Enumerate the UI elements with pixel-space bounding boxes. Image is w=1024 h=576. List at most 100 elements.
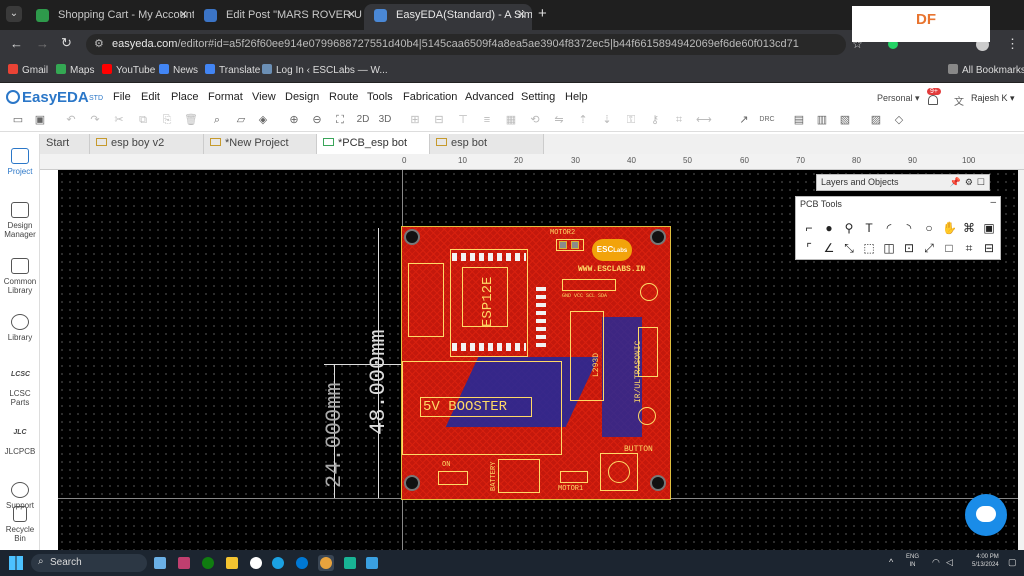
file-explorer-icon[interactable] [226, 557, 238, 569]
menu-edit[interactable]: Edit [141, 91, 160, 103]
doc-tab-start[interactable]: Start [40, 134, 90, 154]
menu-file[interactable]: File [113, 91, 131, 103]
windows-start-icon[interactable] [9, 556, 23, 570]
flip-icon[interactable]: ⇋ [552, 113, 566, 127]
site-info-icon[interactable]: ⚙ [94, 34, 104, 55]
bookmark-gmail[interactable]: Gmail [8, 64, 48, 76]
bell-icon[interactable] [928, 95, 938, 105]
canvas-origin-tool-icon[interactable]: ⊟ [982, 241, 996, 255]
menu-help[interactable]: Help [565, 91, 588, 103]
view-2d-button[interactable]: 2D [355, 113, 371, 127]
doc-tab-pcb-esp-bot[interactable]: *PCB_esp bot [317, 134, 430, 154]
measure-icon[interactable]: ⟷ [696, 113, 712, 127]
new-tab-button[interactable]: + [538, 5, 547, 22]
layers-objects-panel-header[interactable]: Layers and Objects 📌 ⚙ ☐ [816, 174, 990, 191]
url-field[interactable]: ⚙ easyeda.com/editor#id=a5f26f60ee914e07… [86, 34, 846, 55]
align-icon[interactable]: ⊞ [408, 113, 422, 127]
close-icon[interactable]: ✕ [347, 4, 356, 26]
user-menu[interactable]: Rajesh K ▾ [971, 93, 1015, 104]
close-icon[interactable]: ✕ [179, 4, 188, 26]
bookmark-youtube[interactable]: YouTube [102, 64, 155, 76]
rect-tool-icon[interactable]: ⬚ [862, 241, 876, 255]
chat-support-button[interactable] [965, 494, 1007, 536]
doc-tab-new-project[interactable]: *New Project [204, 134, 317, 154]
copy-icon[interactable]: ⧉ [136, 113, 150, 127]
bookmark-translate[interactable]: Translate [205, 64, 260, 76]
distribute-icon[interactable]: ≡ [480, 113, 494, 127]
undo-icon[interactable]: ↶ [64, 113, 78, 127]
layer-down-icon[interactable]: ⇣ [600, 113, 614, 127]
browser-menu-icon[interactable]: ⋮ [1006, 36, 1019, 52]
left-panel-project[interactable]: Project [0, 148, 40, 176]
dimension-tool-icon[interactable]: ⌜ [802, 241, 816, 255]
gerber-icon[interactable]: ▥ [815, 113, 829, 127]
track-tool-icon[interactable]: ⌐ [802, 221, 816, 235]
bookmark-news[interactable]: News [159, 64, 198, 76]
left-panel-library[interactable]: Library [0, 314, 40, 342]
lock-icon[interactable]: ⚿ [624, 113, 638, 127]
via-tool-icon[interactable]: ⚲ [842, 221, 856, 235]
xbox-icon[interactable] [202, 557, 214, 569]
snap-icon[interactable]: ⌗ [672, 113, 686, 127]
unlock-icon[interactable]: ⚷ [648, 113, 662, 127]
fit-view-icon[interactable]: ⛶ [333, 113, 347, 127]
taskbar-search[interactable]: ⌕ Search [31, 554, 147, 572]
pin-icon[interactable]: 📌 [950, 175, 961, 190]
app-icon[interactable] [178, 557, 190, 569]
group-icon[interactable]: ▦ [504, 113, 518, 127]
sensor-header[interactable] [638, 327, 658, 377]
left-panel-design-manager[interactable]: Design Manager [0, 202, 40, 239]
menu-fabrication[interactable]: Fabrication [403, 91, 457, 103]
canvas-icon[interactable]: ▱ [234, 113, 248, 127]
minimize-icon[interactable]: – [990, 197, 996, 208]
notifications-icon[interactable]: ▢ [1008, 557, 1017, 568]
menu-setting[interactable]: Setting [521, 91, 555, 103]
browser-tab-edit-post[interactable]: Edit Post "MARS ROVER USING N ✕ [194, 4, 362, 30]
translate-icon[interactable]: 文 [954, 93, 964, 108]
wifi-icon[interactable]: ◠ [932, 557, 940, 568]
zoom-out-icon[interactable]: ⊖ [310, 113, 324, 127]
doc-tab-esp-boy-v2[interactable]: esp boy v2 [90, 134, 204, 154]
forward-icon[interactable]: → [36, 36, 49, 51]
menu-format[interactable]: Format [208, 91, 243, 103]
eraser-icon[interactable]: ◈ [256, 113, 270, 127]
back-icon[interactable]: ← [10, 36, 23, 51]
copper-area-tool-icon[interactable]: ⌘ [962, 221, 976, 235]
menu-view[interactable]: View [252, 91, 276, 103]
close-icon[interactable]: ✕ [517, 4, 526, 26]
menu-tools[interactable]: Tools [367, 91, 393, 103]
tab-search-button[interactable]: ⌄ [6, 6, 22, 22]
chrome-icon[interactable] [320, 557, 332, 569]
tray-overflow-icon[interactable]: ^ [889, 557, 893, 567]
browser-tab-shopping-cart[interactable]: Shopping Cart - My Account - PC ✕ [26, 4, 194, 30]
arc-tool-icon[interactable]: ◜ [882, 221, 896, 235]
edge-icon[interactable] [296, 557, 308, 569]
i2c-header[interactable] [562, 279, 616, 291]
pad-tool-icon[interactable]: ● [822, 221, 836, 235]
menu-advanced[interactable]: Advanced [465, 91, 514, 103]
task-view-icon[interactable] [154, 557, 166, 569]
layer-up-icon[interactable]: ⇡ [576, 113, 590, 127]
doc-tab-esp-bot[interactable]: esp bot [430, 134, 544, 154]
menu-design[interactable]: Design [285, 91, 319, 103]
volume-icon[interactable]: ◁ [946, 557, 953, 568]
reload-icon[interactable]: ↻ [61, 35, 72, 51]
document-icon[interactable]: ▤ [792, 113, 806, 127]
app-icon[interactable] [344, 557, 356, 569]
cut-icon[interactable]: ✂ [112, 113, 126, 127]
measure-tool-icon[interactable]: ⤢ [922, 241, 936, 255]
redo-icon[interactable]: ↷ [88, 113, 102, 127]
connect-pad-tool-icon[interactable]: ⤡ [842, 241, 856, 255]
power-switch[interactable] [438, 471, 468, 485]
menu-place[interactable]: Place [171, 91, 199, 103]
left-panel-jlcpcb[interactable]: JLC JLCPCB [0, 428, 40, 456]
left-panel-common-library[interactable]: Common Library [0, 258, 40, 295]
gear-icon[interactable]: ⚙ [965, 175, 973, 190]
zoom-in-icon[interactable]: ⊕ [287, 113, 301, 127]
center-arc-tool-icon[interactable]: ◝ [902, 221, 916, 235]
solid-region-tool-icon[interactable]: ⊡ [902, 241, 916, 255]
align-left-icon[interactable]: ⊟ [432, 113, 446, 127]
bookmark-maps[interactable]: Maps [56, 64, 94, 76]
angle-tool-icon[interactable]: ∠ [822, 241, 836, 255]
pcb-board[interactable]: ESP12E MOTOR2 ESCLabs WWW.ESCLABS.IN GND… [401, 226, 671, 500]
